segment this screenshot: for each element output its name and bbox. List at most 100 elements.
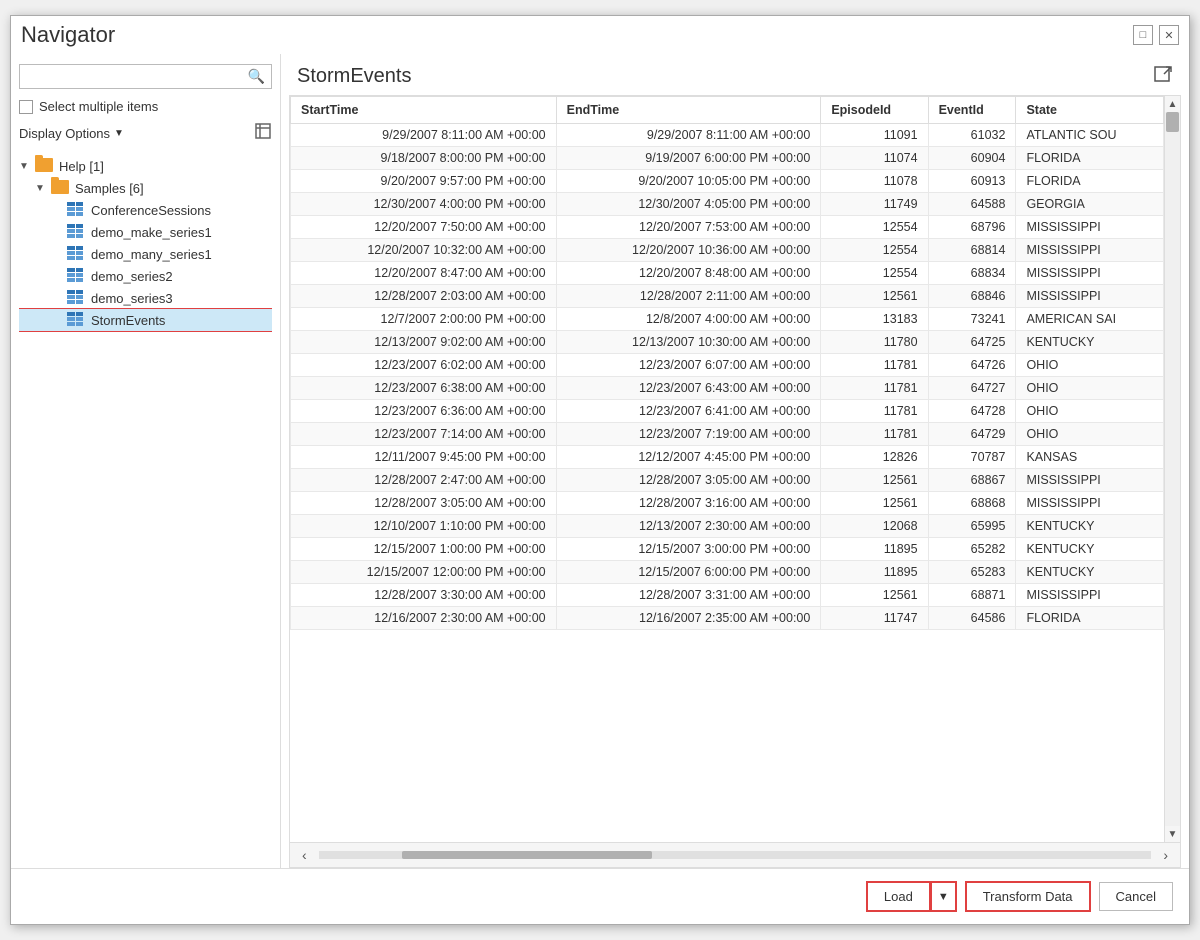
table-cell: 12/15/2007 12:00:00 PM +00:00 [291,561,557,584]
folder-icon [35,158,55,174]
scroll-up-button[interactable]: ▲ [1165,96,1180,112]
table-cell: 12/20/2007 7:53:00 AM +00:00 [556,216,821,239]
tree-item-demo_many_series1[interactable]: demo_many_series1 [19,243,272,265]
table-cell: 64588 [928,193,1016,216]
table-cell: 9/29/2007 8:11:00 AM +00:00 [556,124,821,147]
table-cell: KANSAS [1016,446,1164,469]
scroll-track[interactable] [1165,112,1180,826]
table-row: 12/13/2007 9:02:00 AM +00:0012/13/2007 1… [291,331,1164,354]
table-cell: 12/30/2007 4:00:00 PM +00:00 [291,193,557,216]
export-icon [1153,64,1173,84]
table-icon [67,290,87,306]
table-cell: 12/13/2007 9:02:00 AM +00:00 [291,331,557,354]
table-cell: 12/28/2007 2:47:00 AM +00:00 [291,469,557,492]
load-button[interactable]: Load [866,881,931,912]
data-table-scroll[interactable]: StartTimeEndTimeEpisodeIdEventIdState 9/… [290,96,1164,842]
scroll-left-button[interactable]: ‹ [294,845,315,865]
tree-item-conferencesessions[interactable]: ConferenceSessions [19,199,272,221]
vertical-scrollbar[interactable]: ▲ ▼ [1164,96,1180,842]
table-cell: 60913 [928,170,1016,193]
table-cell: 12/20/2007 8:47:00 AM +00:00 [291,262,557,285]
table-cell: 9/29/2007 8:11:00 AM +00:00 [291,124,557,147]
table-cell: 12/23/2007 6:02:00 AM +00:00 [291,354,557,377]
table-cell: 12554 [821,262,928,285]
table-cell: FLORIDA [1016,170,1164,193]
dialog-title: Navigator [21,22,115,48]
table-icon [67,312,87,328]
table-cell: 12/15/2007 1:00:00 PM +00:00 [291,538,557,561]
table-icon [67,246,87,262]
table-wrapper: StartTimeEndTimeEpisodeIdEventIdState 9/… [290,96,1180,842]
table-cell: 12/10/2007 1:10:00 PM +00:00 [291,515,557,538]
table-cell: 11078 [821,170,928,193]
table-cell: 13183 [821,308,928,331]
tree-item-demo_series2[interactable]: demo_series2 [19,265,272,287]
display-options-label: Display Options [19,126,110,141]
display-options-button[interactable]: Display Options ▼ [19,126,124,141]
table-cell: 12/8/2007 4:00:00 AM +00:00 [556,308,821,331]
search-input[interactable] [26,69,248,84]
table-icon [67,202,87,218]
minimize-button[interactable]: □ [1133,25,1153,45]
table-cell: KENTUCKY [1016,515,1164,538]
h-scroll-track[interactable] [319,851,1152,859]
table-cell: 12/20/2007 7:50:00 AM +00:00 [291,216,557,239]
close-button[interactable]: ✕ [1159,25,1179,45]
table-cell: FLORIDA [1016,607,1164,630]
table-row: 12/23/2007 6:36:00 AM +00:0012/23/2007 6… [291,400,1164,423]
tree-arrow-help: ▼ [19,161,35,172]
table-cell: 12/12/2007 4:45:00 PM +00:00 [556,446,821,469]
select-multiple-label: Select multiple items [39,99,158,114]
table-cell: 12/13/2007 2:30:00 AM +00:00 [556,515,821,538]
refresh-icon [254,122,272,140]
table-cell: MISSISSIPPI [1016,469,1164,492]
table-cell: 61032 [928,124,1016,147]
tree-item-demo_series3[interactable]: demo_series3 [19,287,272,309]
table-cell: 64586 [928,607,1016,630]
tree-label-demo_many_series1: demo_many_series1 [91,247,212,262]
table-cell: GEORGIA [1016,193,1164,216]
search-box[interactable]: 🔍 [19,64,272,89]
table-cell: 12/28/2007 3:05:00 AM +00:00 [291,492,557,515]
table-cell: KENTUCKY [1016,331,1164,354]
table-cell: 12/28/2007 3:16:00 AM +00:00 [556,492,821,515]
left-panel: 🔍 Select multiple items Display Options … [11,54,281,868]
scroll-right-button[interactable]: › [1155,845,1176,865]
load-dropdown-button[interactable]: ▼ [931,881,957,912]
table-cell: 64728 [928,400,1016,423]
tree-item-help[interactable]: ▼Help [1] [19,155,272,177]
refresh-button[interactable] [254,122,272,145]
tree-item-samples[interactable]: ▼Samples [6] [19,177,272,199]
table-row: 12/16/2007 2:30:00 AM +00:0012/16/2007 2… [291,607,1164,630]
table-row: 12/20/2007 8:47:00 AM +00:0012/20/2007 8… [291,262,1164,285]
table-cell: 12/7/2007 2:00:00 PM +00:00 [291,308,557,331]
cancel-button[interactable]: Cancel [1099,882,1173,911]
tree-arrow-samples: ▼ [35,183,51,194]
table-row: 9/29/2007 8:11:00 AM +00:009/29/2007 8:1… [291,124,1164,147]
transform-data-button[interactable]: Transform Data [965,881,1091,912]
data-table: StartTimeEndTimeEpisodeIdEventIdState 9/… [290,96,1164,630]
column-header-state: State [1016,97,1164,124]
right-icon-button[interactable] [1153,64,1173,89]
column-header-eventid: EventId [928,97,1016,124]
display-options-row: Display Options ▼ [19,122,272,145]
table-cell: 12/23/2007 6:41:00 AM +00:00 [556,400,821,423]
column-header-starttime: StartTime [291,97,557,124]
scroll-down-button[interactable]: ▼ [1165,826,1180,842]
table-cell: MISSISSIPPI [1016,285,1164,308]
search-icon: 🔍 [248,68,265,85]
table-cell: 12/23/2007 6:43:00 AM +00:00 [556,377,821,400]
table-row: 12/7/2007 2:00:00 PM +00:0012/8/2007 4:0… [291,308,1164,331]
table-cell: 68834 [928,262,1016,285]
table-cell: 12068 [821,515,928,538]
table-row: 12/28/2007 2:03:00 AM +00:0012/28/2007 2… [291,285,1164,308]
table-cell: OHIO [1016,400,1164,423]
tree-item-demo_make_series1[interactable]: demo_make_series1 [19,221,272,243]
select-multiple-checkbox[interactable] [19,100,33,114]
table-row: 12/28/2007 2:47:00 AM +00:0012/28/2007 3… [291,469,1164,492]
table-cell: 60904 [928,147,1016,170]
tree-item-stormevents[interactable]: StormEvents [19,309,272,331]
folder-icon [51,180,71,196]
table-cell: MISSISSIPPI [1016,239,1164,262]
table-cell: OHIO [1016,354,1164,377]
